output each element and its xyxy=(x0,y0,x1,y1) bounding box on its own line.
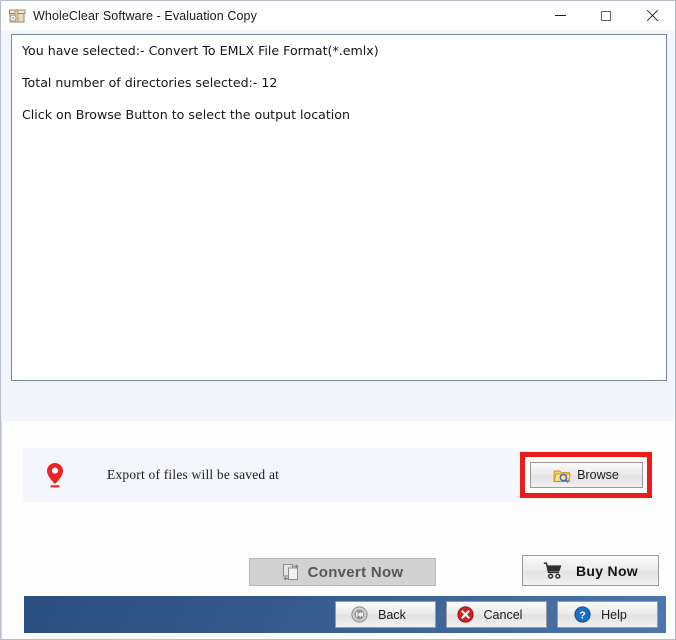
archive-box-icon xyxy=(9,8,26,24)
minimize-icon xyxy=(554,15,566,16)
close-icon xyxy=(646,10,658,22)
log-line-selected-format: You have selected:- Convert To EMLX File… xyxy=(22,43,379,58)
convert-pages-icon xyxy=(282,563,301,582)
output-settings-panel: Export of files will be saved at Browse xyxy=(1,421,675,594)
svg-text:?: ? xyxy=(579,609,585,621)
browse-highlight-box: Browse xyxy=(520,452,652,498)
navigation-buttons: Back Cancel ? Help xyxy=(335,601,658,628)
maximize-icon xyxy=(601,10,611,21)
location-pin-icon xyxy=(44,461,66,489)
convert-now-button[interactable]: Convert Now xyxy=(249,558,436,586)
help-icon: ? xyxy=(574,606,591,623)
help-button[interactable]: ? Help xyxy=(557,601,658,628)
shopping-cart-icon xyxy=(543,562,564,579)
close-button[interactable] xyxy=(629,1,675,30)
browse-button[interactable]: Browse xyxy=(529,462,643,488)
application-window: WholeClear Software - Evaluation Copy Yo… xyxy=(0,0,676,640)
log-line-browse-hint: Click on Browse Button to select the out… xyxy=(22,107,350,122)
status-log-panel[interactable]: You have selected:- Convert To EMLX File… xyxy=(11,34,667,381)
save-location-label: Export of files will be saved at xyxy=(107,467,280,482)
rewind-icon xyxy=(351,606,368,623)
maximize-button[interactable] xyxy=(583,1,629,30)
panel-spacer xyxy=(1,381,675,421)
cancel-button-label: Cancel xyxy=(483,607,523,622)
folder-search-icon xyxy=(553,468,572,483)
save-location-row: Export of files will be saved at xyxy=(23,448,520,502)
back-button[interactable]: Back xyxy=(335,601,436,628)
help-button-label: Help xyxy=(601,607,627,622)
title-bar: WholeClear Software - Evaluation Copy xyxy=(1,1,675,30)
convert-now-label: Convert Now xyxy=(307,563,404,581)
minimize-button[interactable] xyxy=(537,1,583,30)
log-line-directory-count: Total number of directories selected:- 1… xyxy=(22,75,278,90)
back-button-label: Back xyxy=(378,607,406,622)
cancel-icon xyxy=(456,606,474,623)
buy-now-label: Buy Now xyxy=(576,562,638,579)
browse-button-label: Browse xyxy=(577,468,619,482)
cancel-button[interactable]: Cancel xyxy=(446,601,547,628)
footer-bar: Back Cancel ? Help xyxy=(1,594,675,639)
window-controls xyxy=(537,1,675,30)
window-title: WholeClear Software - Evaluation Copy xyxy=(33,8,257,23)
buy-now-button[interactable]: Buy Now xyxy=(522,555,659,586)
